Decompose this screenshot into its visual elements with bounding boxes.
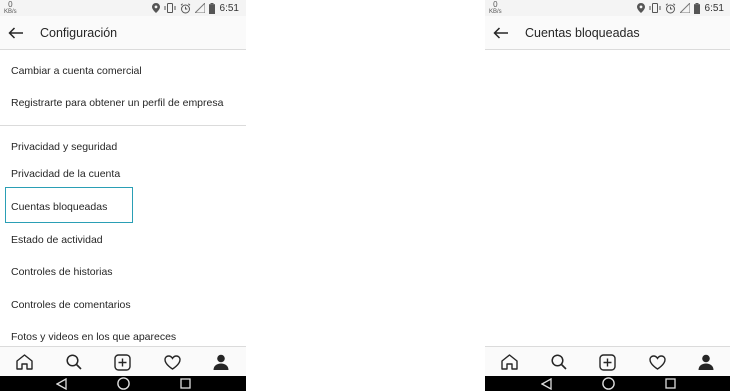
bottom-tab-bar [485,346,730,377]
arrow-left-icon [8,26,23,39]
activity-tab[interactable] [160,350,184,374]
status-bar: 0 KB/s 6:51 [0,0,246,16]
page-title: Configuración [40,25,118,40]
register-business-profile-item[interactable]: Registrarte para obtener un perfil de em… [11,97,223,109]
nav-recents-icon [664,378,676,389]
profile-icon [698,354,714,370]
nav-recents-button[interactable] [663,377,677,390]
back-button[interactable] [6,23,26,43]
arrow-left-icon [493,26,508,39]
search-tab[interactable] [547,350,571,374]
battery-icon [208,2,215,14]
search-tab[interactable] [62,350,86,374]
search-icon [551,354,567,370]
add-post-tab[interactable] [111,350,135,374]
vibrate-icon [649,3,661,13]
account-privacy-item[interactable]: Privacidad de la cuenta [11,168,120,180]
nav-back-button[interactable] [539,377,553,390]
alarm-icon [180,2,190,13]
network-speed: 0 KB/s [4,0,17,16]
activity-heart-icon [163,354,181,370]
nav-recents-icon [179,378,191,389]
add-post-icon [599,353,617,371]
network-speed: 0 KB/s [489,0,502,16]
nav-back-button[interactable] [54,377,68,390]
nav-back-icon [540,377,552,390]
section-heading-privacy: Privacidad y seguridad [11,141,118,153]
nav-recents-button[interactable] [178,377,192,390]
story-controls-item[interactable]: Controles de historias [11,266,113,278]
network-speed-unit: KB/s [4,9,17,15]
profile-tab[interactable] [694,350,718,374]
blocked-accounts-screen: 0 KB/s 6:51 Cuentas bloqueadas [485,0,730,391]
location-icon [636,3,645,13]
activity-heart-icon [648,354,666,370]
alarm-icon [665,2,675,13]
add-post-icon [114,353,132,371]
android-nav-bar [485,376,730,391]
home-icon [16,354,33,370]
nav-home-button[interactable] [116,377,130,390]
signal-icon [194,3,205,13]
top-bar: Cuentas bloqueadas [485,16,730,50]
clock: 6:51 [219,2,239,14]
nav-home-button[interactable] [601,377,615,390]
divider [0,125,246,126]
comment-controls-item[interactable]: Controles de comentarios [11,299,131,311]
activity-status-item[interactable]: Estado de actividad [11,234,103,246]
page-title: Cuentas bloqueadas [525,25,640,40]
nav-back-icon [55,377,67,390]
nav-home-icon [116,377,130,390]
signal-icon [679,3,690,13]
top-bar: Configuración [0,16,246,50]
android-nav-bar [0,376,246,391]
profile-tab[interactable] [209,350,233,374]
status-bar: 0 KB/s 6:51 [485,0,730,16]
vibrate-icon [164,3,176,13]
settings-screen: 0 KB/s 6:51 Configuración Cambiar a cuen… [0,0,246,391]
home-tab[interactable] [13,350,37,374]
status-icons: 6:51 [636,1,724,15]
search-icon [66,354,82,370]
network-speed-value: 0 [8,0,13,9]
switch-to-business-account-item[interactable]: Cambiar a cuenta comercial [11,65,142,77]
back-button[interactable] [491,23,511,43]
network-speed-value: 0 [493,0,498,9]
blocked-accounts-item[interactable]: Cuentas bloqueadas [11,201,107,213]
clock: 6:51 [704,2,724,14]
location-icon [151,3,160,13]
nav-home-icon [601,377,615,390]
profile-icon [213,354,229,370]
photos-videos-of-you-item[interactable]: Fotos y videos en los que apareces [11,331,176,343]
battery-icon [693,2,700,14]
activity-tab[interactable] [645,350,669,374]
add-post-tab[interactable] [596,350,620,374]
network-speed-unit: KB/s [489,9,502,15]
home-icon [501,354,518,370]
home-tab[interactable] [498,350,522,374]
bottom-tab-bar [0,346,246,377]
status-icons: 6:51 [151,1,239,15]
